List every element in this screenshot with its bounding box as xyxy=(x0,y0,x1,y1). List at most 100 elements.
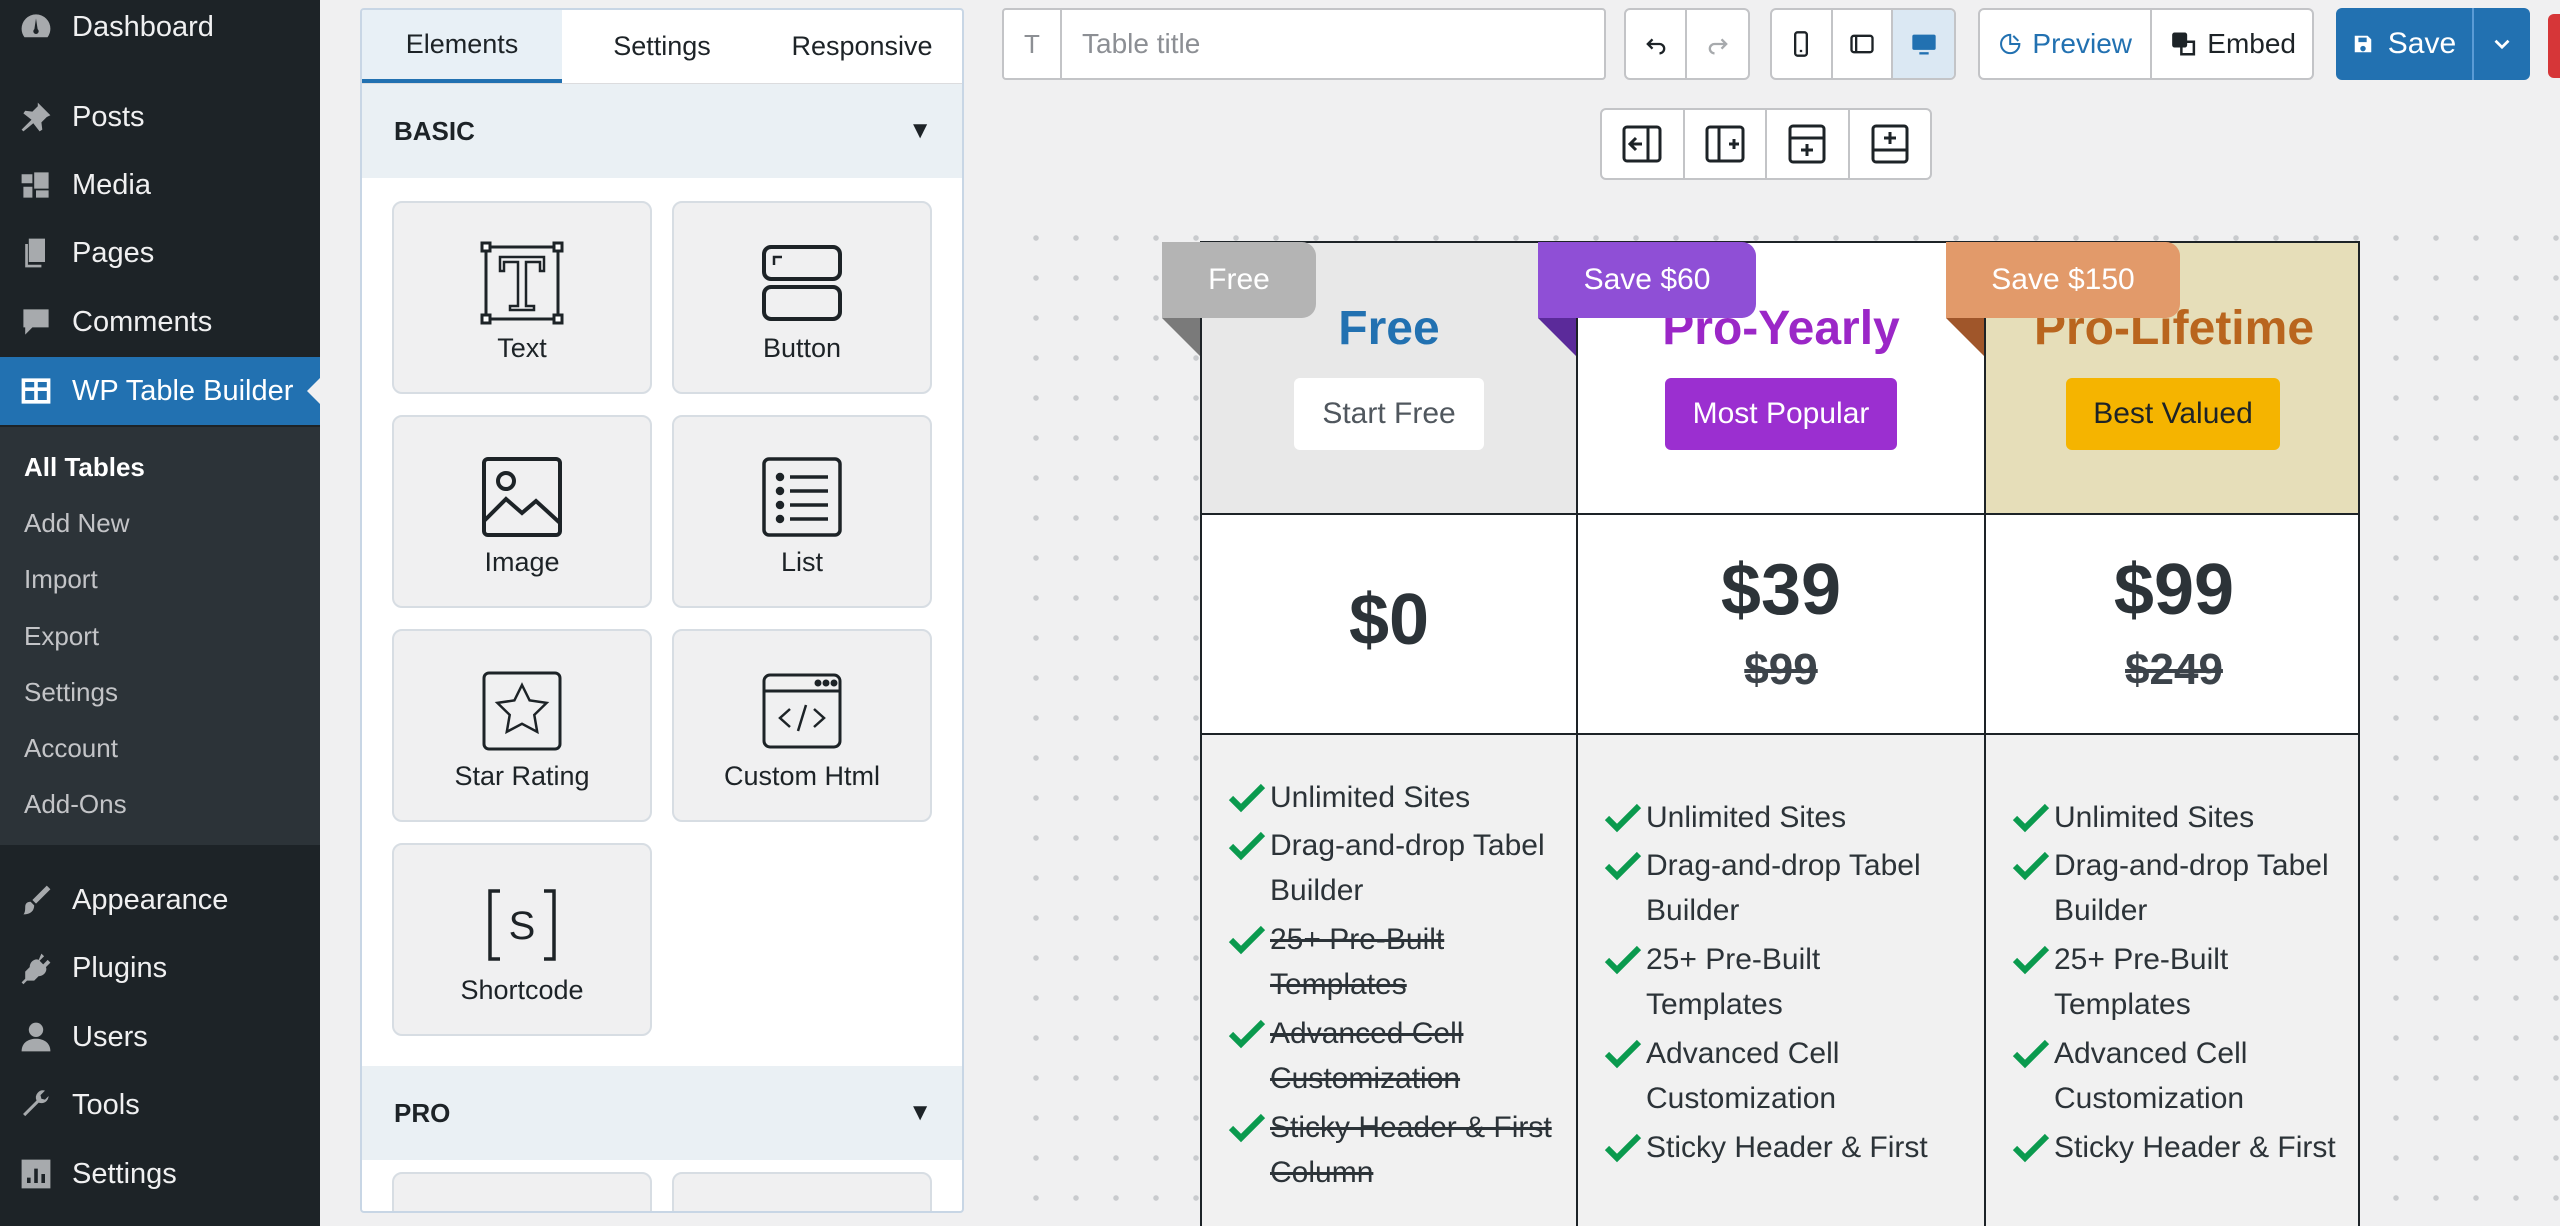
pin-icon xyxy=(0,83,72,151)
ribbon-save-60: Save $60 xyxy=(1538,242,1756,318)
plan-button-start-free[interactable]: Start Free xyxy=(1294,378,1484,450)
plan-features-pro-lifetime[interactable]: Unlimited Sites Drag-and-drop Tabel Buil… xyxy=(1986,735,2358,1226)
menu-users[interactable]: Users xyxy=(0,1003,320,1071)
tab-elements[interactable]: Elements xyxy=(362,10,562,83)
menu-posts[interactable]: Posts xyxy=(0,83,320,151)
menu-label: Pages xyxy=(72,236,155,269)
caret-down-icon: ▼ xyxy=(908,117,932,144)
plan-features-pro-yearly[interactable]: Unlimited Sites Drag-and-drop Tabel Buil… xyxy=(1578,735,1984,1226)
feature-text: Unlimited Sites xyxy=(2054,801,2255,834)
tab-responsive[interactable]: Responsive xyxy=(762,10,962,83)
plan-price-free[interactable]: $0 xyxy=(1202,515,1576,733)
ribbon-fold xyxy=(1538,318,1576,356)
insert-column-left-button[interactable] xyxy=(1602,110,1685,178)
save-icon xyxy=(2354,35,2372,53)
submenu-all-tables[interactable]: All Tables xyxy=(24,452,145,483)
plan-button-best-valued[interactable]: Best Valued xyxy=(2066,378,2280,450)
preview-button[interactable]: Preview xyxy=(1980,10,2152,78)
feature-text: Sticky Header & First xyxy=(2054,1131,2336,1164)
plan-price-pro-yearly[interactable]: $39 $99 xyxy=(1578,515,1984,733)
embed-button[interactable]: Embed xyxy=(2152,10,2312,78)
menu-media[interactable]: Media xyxy=(0,151,320,219)
redo-button[interactable] xyxy=(1687,10,1748,78)
save-label: Save xyxy=(2387,27,2457,60)
plan-features-free[interactable]: Unlimited Sites Drag-and-drop Tabel Buil… xyxy=(1202,735,1576,1226)
feature-item: Sticky Header & First xyxy=(2012,1125,2342,1170)
table-title-field: T xyxy=(1002,8,1606,80)
tablet-view-button[interactable] xyxy=(1833,10,1894,78)
plug-icon xyxy=(0,934,72,1002)
star-rating-icon xyxy=(480,669,564,753)
feature-text: Advanced Cell Customization xyxy=(1646,1037,1840,1115)
menu-dashboard[interactable]: Dashboard xyxy=(0,0,320,61)
pro-section-header[interactable]: PRO ▼ xyxy=(362,1066,962,1160)
submenu-account[interactable]: Account xyxy=(24,733,118,764)
menu-appearance[interactable]: Appearance xyxy=(0,866,320,934)
menu-settings[interactable]: Settings xyxy=(0,1140,320,1208)
history-group xyxy=(1624,8,1750,80)
feature-text: Drag-and-drop Tabel Builder xyxy=(1646,849,1921,927)
settings-icon xyxy=(0,1140,72,1208)
menu-wp-table-builder[interactable]: WP Table Builder xyxy=(0,357,320,425)
feature-text: 25+ Pre-Built Templates xyxy=(1270,923,1445,1001)
menu-plugins[interactable]: Plugins xyxy=(0,934,320,1002)
save-button[interactable]: Save xyxy=(2336,8,2472,80)
text-icon xyxy=(480,241,564,325)
element-label: Star Rating xyxy=(454,761,590,791)
table-title-input[interactable] xyxy=(1062,10,1604,78)
tab-settings[interactable]: Settings xyxy=(562,10,762,83)
mobile-icon xyxy=(1794,31,1809,57)
submenu-settings[interactable]: Settings xyxy=(24,677,118,708)
element-shortcode[interactable]: S Shortcode xyxy=(392,843,652,1036)
submenu-import[interactable]: Import xyxy=(24,564,98,595)
insert-row-above-icon xyxy=(1788,124,1826,164)
insert-row-below-button[interactable] xyxy=(1850,110,1931,178)
insert-column-right-button[interactable] xyxy=(1685,110,1767,178)
mobile-view-button[interactable] xyxy=(1772,10,1833,78)
element-text[interactable]: Text xyxy=(392,201,652,394)
desktop-view-button[interactable] xyxy=(1893,10,1954,78)
feature-item: Drag-and-drop Tabel Builder xyxy=(1228,823,1558,913)
feature-item: Advanced Cell Customization xyxy=(1604,1031,1934,1121)
element-label: Image xyxy=(484,547,560,577)
element-star-rating[interactable]: Star Rating xyxy=(392,629,652,822)
feature-item: 25+ Pre-Built Templates xyxy=(1604,937,1934,1027)
save-button-group: Save xyxy=(2336,8,2530,80)
row-divider xyxy=(1202,733,2358,735)
check-icon xyxy=(1228,1105,1270,1150)
price-value: $99 xyxy=(2113,550,2235,630)
menu-tools[interactable]: Tools xyxy=(0,1071,320,1139)
element-image[interactable]: Image xyxy=(392,415,652,608)
element-label: List xyxy=(780,547,824,577)
undo-button[interactable] xyxy=(1626,10,1688,78)
menu-label: Plugins xyxy=(72,951,168,984)
submenu-add-new[interactable]: Add New xyxy=(24,508,130,539)
element-list[interactable]: List xyxy=(672,415,932,608)
basic-section-header[interactable]: BASIC ▼ xyxy=(362,84,962,178)
check-icon xyxy=(1604,1125,1646,1170)
submenu-export[interactable]: Export xyxy=(24,621,99,652)
element-pro-card[interactable] xyxy=(392,1172,652,1211)
plan-button-most-popular[interactable]: Most Popular xyxy=(1665,378,1897,450)
feature-item: Advanced Cell Customization xyxy=(2012,1031,2342,1121)
brush-icon xyxy=(0,866,72,934)
pricing-table[interactable]: Free Start Free $0 Unlimited Sites Drag-… xyxy=(1200,241,2360,1226)
feature-item: Unlimited Sites xyxy=(1604,795,1934,840)
device-switcher xyxy=(1770,8,1956,80)
save-options-button[interactable] xyxy=(2472,8,2530,80)
element-pro-card[interactable] xyxy=(672,1172,932,1211)
plan-price-pro-lifetime[interactable]: $99 $249 xyxy=(1986,515,2358,733)
submenu-add-ons[interactable]: Add-Ons xyxy=(24,789,127,820)
menu-label: Appearance xyxy=(72,883,229,916)
element-button[interactable]: Button xyxy=(672,201,932,394)
pages-icon xyxy=(0,219,72,287)
menu-comments[interactable]: Comments xyxy=(0,288,320,356)
svg-text:S: S xyxy=(509,904,536,948)
feature-text: Unlimited Sites xyxy=(1646,801,1847,834)
old-price-value: $249 xyxy=(2125,645,2223,694)
check-icon xyxy=(2012,937,2054,982)
image-icon xyxy=(480,455,564,539)
menu-pages[interactable]: Pages xyxy=(0,219,320,287)
element-custom-html[interactable]: Custom Html xyxy=(672,629,932,822)
insert-row-above-button[interactable] xyxy=(1767,110,1850,178)
